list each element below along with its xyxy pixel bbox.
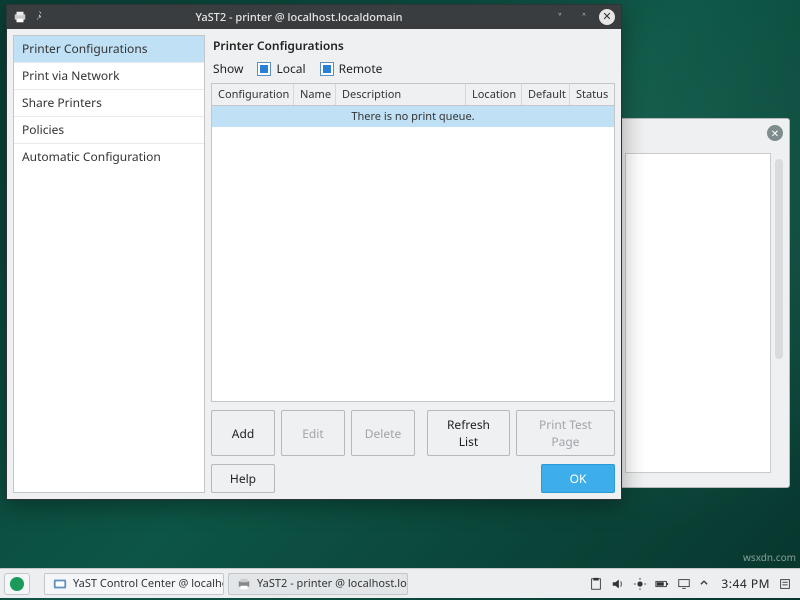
printer-icon	[237, 577, 251, 591]
scrollbar[interactable]	[775, 159, 783, 359]
taskbar-item-yast-control-center[interactable]: YaST Control Center @ localhost.lo…	[44, 573, 224, 595]
checkbox-icon	[320, 62, 334, 76]
notifications-icon[interactable]	[778, 577, 792, 591]
minimize-button[interactable]: ˅	[551, 9, 569, 26]
battery-icon[interactable]	[655, 577, 669, 591]
sidebar-item-print-via-network[interactable]: Print via Network	[14, 62, 204, 89]
help-button[interactable]: Help	[211, 464, 275, 493]
taskbar-item-label: YaST2 - printer @ localhost.localdo…	[257, 576, 408, 591]
sidebar-item-printer-configurations[interactable]: Printer Configurations	[14, 36, 204, 62]
opensuse-logo-icon	[10, 577, 24, 591]
delete-button: Delete	[351, 410, 415, 456]
page-title: Printer Configurations	[213, 37, 615, 54]
sidebar-item-label: Policies	[22, 121, 64, 138]
table-body[interactable]	[212, 127, 614, 401]
checkbox-label: Local	[276, 60, 305, 77]
pin-icon[interactable]	[33, 10, 47, 24]
sidebar: Printer Configurations Print via Network…	[13, 35, 205, 493]
network-icon[interactable]	[677, 577, 691, 591]
add-button[interactable]: Add	[211, 410, 275, 456]
printer-table: Configuration Name Description Location …	[211, 83, 615, 402]
edit-button: Edit	[281, 410, 345, 456]
window-client: Printer Configurations Print via Network…	[7, 29, 621, 499]
sidebar-item-label: Automatic Configuration	[22, 148, 161, 165]
start-button[interactable]	[4, 573, 30, 595]
column-status[interactable]: Status	[570, 84, 614, 105]
table-header: Configuration Name Description Location …	[212, 84, 614, 106]
ok-button[interactable]: OK	[541, 464, 615, 493]
column-name[interactable]: Name	[294, 84, 336, 105]
background-window: ✕	[610, 118, 790, 488]
printer-icon	[13, 10, 27, 24]
local-checkbox[interactable]: Local	[257, 60, 305, 77]
brightness-icon[interactable]	[633, 577, 647, 591]
close-icon[interactable]: ✕	[767, 125, 783, 141]
dialog-row: Help OK	[211, 464, 615, 493]
sidebar-item-label: Printer Configurations	[22, 40, 148, 57]
sidebar-item-label: Print via Network	[22, 67, 120, 84]
titlebar[interactable]: YaST2 - printer @ localhost.localdomain …	[7, 5, 621, 29]
print-test-page-button: Print Test Page	[516, 410, 615, 456]
sidebar-item-automatic-configuration[interactable]: Automatic Configuration	[14, 143, 204, 170]
action-row: Add Edit Delete Refresh List Print Test …	[211, 410, 615, 456]
yast-icon	[53, 577, 67, 591]
filter-row: Show Local Remote	[213, 60, 615, 77]
column-location[interactable]: Location	[466, 84, 522, 105]
show-label: Show	[213, 60, 243, 77]
taskbar: YaST Control Center @ localhost.lo… YaST…	[0, 568, 800, 598]
checkbox-label: Remote	[339, 60, 383, 77]
taskbar-item-label: YaST Control Center @ localhost.lo…	[73, 576, 224, 591]
sidebar-item-policies[interactable]: Policies	[14, 116, 204, 143]
column-configuration[interactable]: Configuration	[212, 84, 294, 105]
clipboard-icon[interactable]	[589, 577, 603, 591]
yast-window: YaST2 - printer @ localhost.localdomain …	[6, 4, 622, 500]
sidebar-item-share-printers[interactable]: Share Printers	[14, 89, 204, 116]
sidebar-item-label: Share Printers	[22, 94, 102, 111]
window-title: YaST2 - printer @ localhost.localdomain	[53, 10, 545, 25]
clock[interactable]: 3:44 PM	[721, 575, 770, 592]
main-panel: Printer Configurations Show Local Remote…	[211, 35, 615, 493]
maximize-button[interactable]: ˄	[575, 9, 593, 26]
refresh-button[interactable]: Refresh List	[427, 410, 510, 456]
column-default[interactable]: Default	[522, 84, 570, 105]
tray-chevron-up-icon[interactable]	[699, 577, 713, 591]
empty-queue-message: There is no print queue.	[212, 106, 614, 127]
volume-icon[interactable]	[611, 577, 625, 591]
watermark: wsxdn.com	[743, 550, 796, 564]
background-panel	[625, 153, 771, 473]
column-description[interactable]: Description	[336, 84, 466, 105]
remote-checkbox[interactable]: Remote	[320, 60, 383, 77]
checkbox-icon	[257, 62, 271, 76]
system-tray: 3:44 PM	[589, 575, 796, 592]
taskbar-item-yast-printer[interactable]: YaST2 - printer @ localhost.localdo…	[228, 573, 408, 595]
close-button[interactable]: ✕	[599, 9, 615, 25]
